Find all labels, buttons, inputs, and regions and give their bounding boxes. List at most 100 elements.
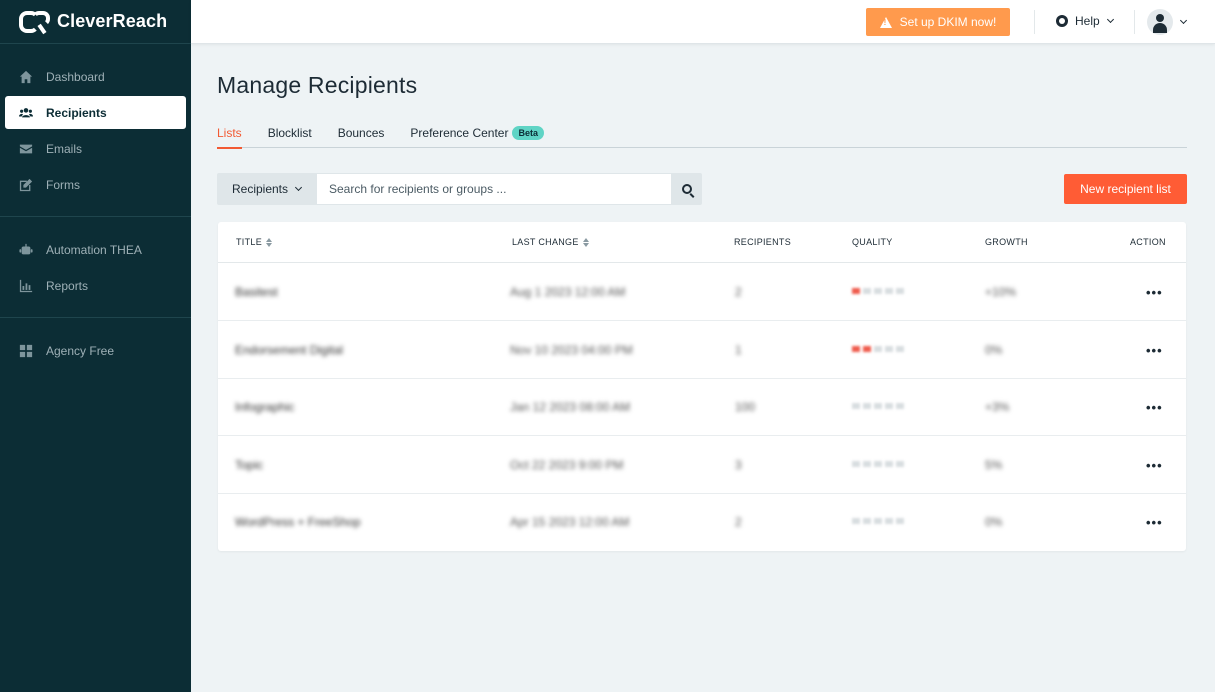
tab-bounces[interactable]: Bounces	[338, 118, 385, 148]
row-title: Infographic	[235, 400, 295, 415]
new-recipient-list-button[interactable]: New recipient list	[1064, 174, 1187, 204]
tab-preference-center[interactable]: Preference Center Beta	[410, 118, 544, 148]
quality-bar	[885, 518, 893, 525]
search-button[interactable]	[672, 173, 702, 205]
row-title: Topic	[235, 457, 264, 472]
divider	[1134, 10, 1135, 34]
row-actions-menu-icon[interactable]: •••	[1146, 515, 1163, 530]
lifebuoy-icon	[1056, 15, 1068, 27]
sidebar-item-forms[interactable]: Forms	[5, 168, 186, 201]
column-last-change[interactable]: LAST CHANGE	[512, 237, 589, 247]
recipients-filter-dropdown[interactable]: Recipients	[217, 173, 316, 205]
row-actions-menu-icon[interactable]: •••	[1146, 285, 1163, 300]
row-last-change: Oct 22 2023 9:00 PM	[510, 457, 624, 472]
sidebar-item-emails[interactable]: Emails	[5, 132, 186, 165]
search-bar: Recipients	[217, 173, 702, 205]
chevron-down-icon	[1179, 16, 1188, 25]
row-growth: 5%	[985, 457, 1003, 472]
quality-bar	[852, 403, 860, 410]
row-title: WordPress + FreeShop	[235, 515, 361, 530]
cleverreach-logo-icon	[19, 10, 51, 34]
nav-group-tools: Automation THEA Reports	[0, 217, 191, 318]
sidebar-item-label: Reports	[46, 278, 89, 293]
sidebar-item-automation-thea[interactable]: Automation THEA	[5, 233, 186, 266]
sort-icon	[582, 237, 589, 247]
row-actions-menu-icon[interactable]: •••	[1146, 458, 1163, 473]
tab-lists[interactable]: Lists	[217, 118, 242, 149]
setup-dkim-label: Set up DKIM now!	[899, 15, 997, 29]
quality-bar	[896, 345, 904, 352]
column-title[interactable]: TITLE	[236, 237, 273, 247]
row-growth: +3%	[985, 400, 1010, 415]
row-growth: +10%	[985, 285, 1017, 299]
divider	[1034, 10, 1035, 34]
row-recipients: 2	[735, 515, 742, 530]
row-actions-menu-icon[interactable]: •••	[1146, 343, 1163, 358]
chevron-down-icon	[1106, 15, 1114, 24]
column-action: ACTION	[1130, 237, 1166, 247]
row-last-change: Jan 12 2023 08:00 AM	[510, 400, 631, 415]
quality-bar	[863, 288, 871, 294]
user-menu[interactable]	[1147, 9, 1188, 35]
grid-icon	[18, 343, 34, 359]
row-recipients: 1	[735, 342, 742, 357]
row-last-change: Nov 10 2023 04:00 PM	[510, 342, 633, 357]
logo[interactable]: CleverReach	[0, 0, 191, 44]
quality-indicator	[852, 403, 904, 410]
sidebar-item-agency-free[interactable]: Agency Free	[5, 334, 186, 367]
row-actions-menu-icon[interactable]: •••	[1146, 400, 1163, 415]
users-icon	[18, 105, 34, 121]
quality-bar	[863, 403, 871, 410]
help-menu[interactable]: Help	[1056, 14, 1114, 28]
tab-bar: Lists Blocklist Bounces Preference Cente…	[217, 118, 1187, 149]
envelope-icon	[18, 141, 34, 157]
quality-bar	[896, 460, 904, 467]
quality-bar	[874, 345, 882, 352]
row-title: Basitest	[235, 285, 278, 299]
column-growth: GROWTH	[985, 237, 1028, 247]
row-recipients: 3	[735, 457, 742, 472]
column-quality: QUALITY	[852, 237, 893, 247]
table-row[interactable]: WordPress + FreeShop Apr 15 2023 12:00 AM…	[218, 493, 1186, 551]
quality-bar	[896, 288, 904, 294]
sidebar-item-dashboard[interactable]: Dashboard	[5, 60, 186, 93]
quality-bar	[852, 460, 860, 467]
sort-icon	[266, 237, 273, 247]
quality-bar	[863, 460, 871, 467]
quality-bar	[885, 345, 893, 352]
row-growth: 0%	[985, 515, 1003, 530]
tab-blocklist[interactable]: Blocklist	[268, 118, 312, 148]
search-input[interactable]	[316, 173, 672, 205]
warning-icon	[879, 16, 892, 28]
sidebar-item-label: Automation THEA	[46, 242, 142, 257]
sidebar-item-reports[interactable]: Reports	[5, 269, 186, 302]
recipient-lists-table: TITLE LAST CHANGE RECIPIENTS QUALITY GRO…	[218, 222, 1186, 551]
sidebar-item-label: Emails	[46, 141, 83, 156]
quality-bar	[852, 288, 860, 294]
quality-bar	[874, 460, 882, 467]
bar-chart-icon	[18, 278, 34, 294]
row-last-change: Apr 15 2023 12:00 AM	[510, 515, 630, 530]
setup-dkim-button[interactable]: Set up DKIM now!	[866, 8, 1010, 36]
sidebar-item-label: Recipients	[46, 105, 107, 120]
table-row[interactable]: Topic Oct 22 2023 9:00 PM 3 5% •••	[218, 436, 1186, 494]
column-recipients: RECIPIENTS	[734, 237, 792, 247]
quality-bar	[896, 518, 904, 525]
sidebar-item-recipients[interactable]: Recipients	[5, 96, 186, 129]
sidebar-item-label: Agency Free	[46, 343, 115, 358]
quality-bar	[852, 345, 860, 352]
table-row[interactable]: Infographic Jan 12 2023 08:00 AM 100 +3% •••	[218, 378, 1186, 437]
quality-indicator	[852, 460, 904, 467]
search-icon	[682, 184, 692, 194]
avatar	[1147, 9, 1173, 35]
sidebar-item-label: Dashboard	[46, 69, 105, 84]
beta-badge: Beta	[512, 126, 544, 140]
table-row[interactable]: Endorsement Digital Nov 10 2023 04:00 PM 1…	[218, 321, 1186, 379]
top-bar: Set up DKIM now! Help	[191, 0, 1215, 44]
chevron-down-icon	[294, 183, 303, 192]
table-row[interactable]: Basitest Aug 1 2023 12:00 AM 2 +10% •••	[218, 263, 1186, 321]
nav-group-main: Dashboard Recipients Emails Forms	[0, 44, 191, 217]
quality-bar	[863, 518, 871, 525]
quality-bar	[874, 518, 882, 525]
quality-bar	[852, 518, 860, 525]
